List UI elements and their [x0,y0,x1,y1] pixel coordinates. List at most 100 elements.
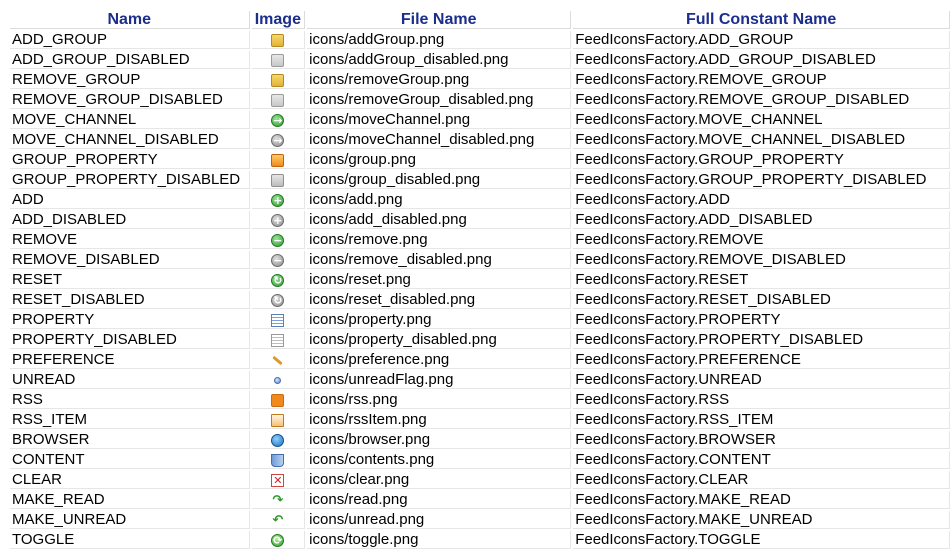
cell-full-constant-name: FeedIconsFactory.RSS [573,391,950,409]
cell-full-constant-name: FeedIconsFactory.GROUP_PROPERTY_DISABLED [573,171,950,189]
cell-image: ↶ [251,511,306,529]
table-row: GROUP_PROPERTY_DISABLED icons/group_disab… [10,171,950,189]
cell-name: RESET_DISABLED [10,291,250,309]
cell-image: ⟳ [251,531,306,549]
cell-full-constant-name: FeedIconsFactory.GROUP_PROPERTY [573,151,950,169]
cell-full-constant-name: FeedIconsFactory.RSS_ITEM [573,411,950,429]
cell-file-name: icons/preference.png [307,351,572,369]
icons-table: Name Image File Name Full Constant Name … [8,9,952,551]
cell-full-constant-name: FeedIconsFactory.REMOVE [573,231,950,249]
cell-image: ↻ [251,291,306,309]
cell-name: CONTENT [10,451,250,469]
cell-image: → [251,111,306,129]
cell-file-name: icons/add.png [307,191,572,209]
cell-file-name: icons/clear.png [307,471,572,489]
cell-file-name: icons/addGroup_disabled.png [307,51,572,69]
cell-file-name: icons/add_disabled.png [307,211,572,229]
cell-full-constant-name: FeedIconsFactory.UNREAD [573,371,950,389]
property-icon [271,313,285,327]
cell-file-name: icons/addGroup.png [307,31,572,49]
cell-full-constant-name: FeedIconsFactory.ADD [573,191,950,209]
cell-full-constant-name: FeedIconsFactory.MOVE_CHANNEL [573,111,950,129]
cell-full-constant-name: FeedIconsFactory.REMOVE_DISABLED [573,251,950,269]
header-full-constant-name: Full Constant Name [573,11,950,29]
property-disabled-icon [271,333,285,347]
cell-file-name: icons/reset.png [307,271,572,289]
cell-full-constant-name: FeedIconsFactory.RESET_DISABLED [573,291,950,309]
cell-name: MOVE_CHANNEL_DISABLED [10,131,250,149]
table-row: ADD_DISABLED + icons/add_disabled.png FeedI… [10,211,950,229]
table-row: BROWSER icons/browser.png FeedIconsFactory… [10,431,950,449]
cell-full-constant-name: FeedIconsFactory.MAKE_READ [573,491,950,509]
cell-file-name: icons/rss.png [307,391,572,409]
wrench-icon [271,354,284,367]
cell-file-name: icons/toggle.png [307,531,572,549]
cell-image [251,391,306,409]
cell-name: CLEAR [10,471,250,489]
cell-image [251,311,306,329]
cell-file-name: icons/removeGroup_disabled.png [307,91,572,109]
table-row: PREFERENCE icons/preference.png FeedIconsF… [10,351,950,369]
toggle-icon: ⟳ [271,533,285,547]
table-row: MAKE_UNREAD ↶ icons/unread.png FeedIconsFac… [10,511,950,529]
cell-image: + [251,211,306,229]
add-disabled-icon: + [271,213,285,227]
folder-disabled-icon [271,93,285,107]
group-property-disabled-icon [271,173,285,187]
cell-name: ADD_GROUP_DISABLED [10,51,250,69]
table-row: RESET ↻ icons/reset.png FeedIconsFactory.RE… [10,271,950,289]
cell-full-constant-name: FeedIconsFactory.ADD_GROUP_DISABLED [573,51,950,69]
cell-image [251,371,306,389]
cell-image [251,351,306,369]
cell-image: − [251,251,306,269]
cell-file-name: icons/contents.png [307,451,572,469]
cell-full-constant-name: FeedIconsFactory.CONTENT [573,451,950,469]
table-body: ADD_GROUP icons/addGroup.png FeedIconsFact… [10,31,950,549]
cell-file-name: icons/reset_disabled.png [307,291,572,309]
cell-file-name: icons/rssItem.png [307,411,572,429]
add-icon: + [271,193,285,207]
table-row: GROUP_PROPERTY icons/group.png FeedIconsFa… [10,151,950,169]
cell-name: ADD_GROUP [10,31,250,49]
move-arrow-disabled-icon: → [271,133,285,147]
cell-name: REMOVE_GROUP [10,71,250,89]
table-row: TOGGLE ⟳ icons/toggle.png FeedIconsFactory.… [10,531,950,549]
rss-icon [271,393,285,407]
cell-image [251,431,306,449]
cell-name: BROWSER [10,431,250,449]
cell-full-constant-name: FeedIconsFactory.RESET [573,271,950,289]
contents-icon [271,453,285,467]
table-row: REMOVE − icons/remove.png FeedIconsFactory.… [10,231,950,249]
table-row: MOVE_CHANNEL → icons/moveChannel.png FeedIc… [10,111,950,129]
cell-full-constant-name: FeedIconsFactory.ADD_GROUP [573,31,950,49]
cell-image: ✕ [251,471,306,489]
table-row: MAKE_READ ↷ icons/read.png FeedIconsFactory… [10,491,950,509]
table-row: RSS icons/rss.png FeedIconsFactory.RSS [10,391,950,409]
cell-image: − [251,231,306,249]
table-header-row: Name Image File Name Full Constant Name [10,11,950,29]
cell-image [251,91,306,109]
reset-disabled-icon: ↻ [271,293,285,307]
cell-full-constant-name: FeedIconsFactory.REMOVE_GROUP [573,71,950,89]
cell-name: RSS [10,391,250,409]
cell-file-name: icons/remove.png [307,231,572,249]
cell-full-constant-name: FeedIconsFactory.MAKE_UNREAD [573,511,950,529]
cell-file-name: icons/moveChannel_disabled.png [307,131,572,149]
cell-name: PROPERTY [10,311,250,329]
cell-full-constant-name: FeedIconsFactory.REMOVE_GROUP_DISABLED [573,91,950,109]
rss-item-icon [271,413,285,427]
cell-file-name: icons/remove_disabled.png [307,251,572,269]
browser-icon [271,433,285,447]
cell-image [251,71,306,89]
cell-file-name: icons/removeGroup.png [307,71,572,89]
read-arrow-icon: ↷ [272,492,284,508]
cell-file-name: icons/moveChannel.png [307,111,572,129]
cell-name: REMOVE_DISABLED [10,251,250,269]
cell-file-name: icons/group.png [307,151,572,169]
cell-image [251,331,306,349]
cell-image: → [251,131,306,149]
cell-name: ADD_DISABLED [10,211,250,229]
cell-image: ↷ [251,491,306,509]
table-row: PROPERTY icons/property.png FeedIconsFacto… [10,311,950,329]
cell-file-name: icons/browser.png [307,431,572,449]
